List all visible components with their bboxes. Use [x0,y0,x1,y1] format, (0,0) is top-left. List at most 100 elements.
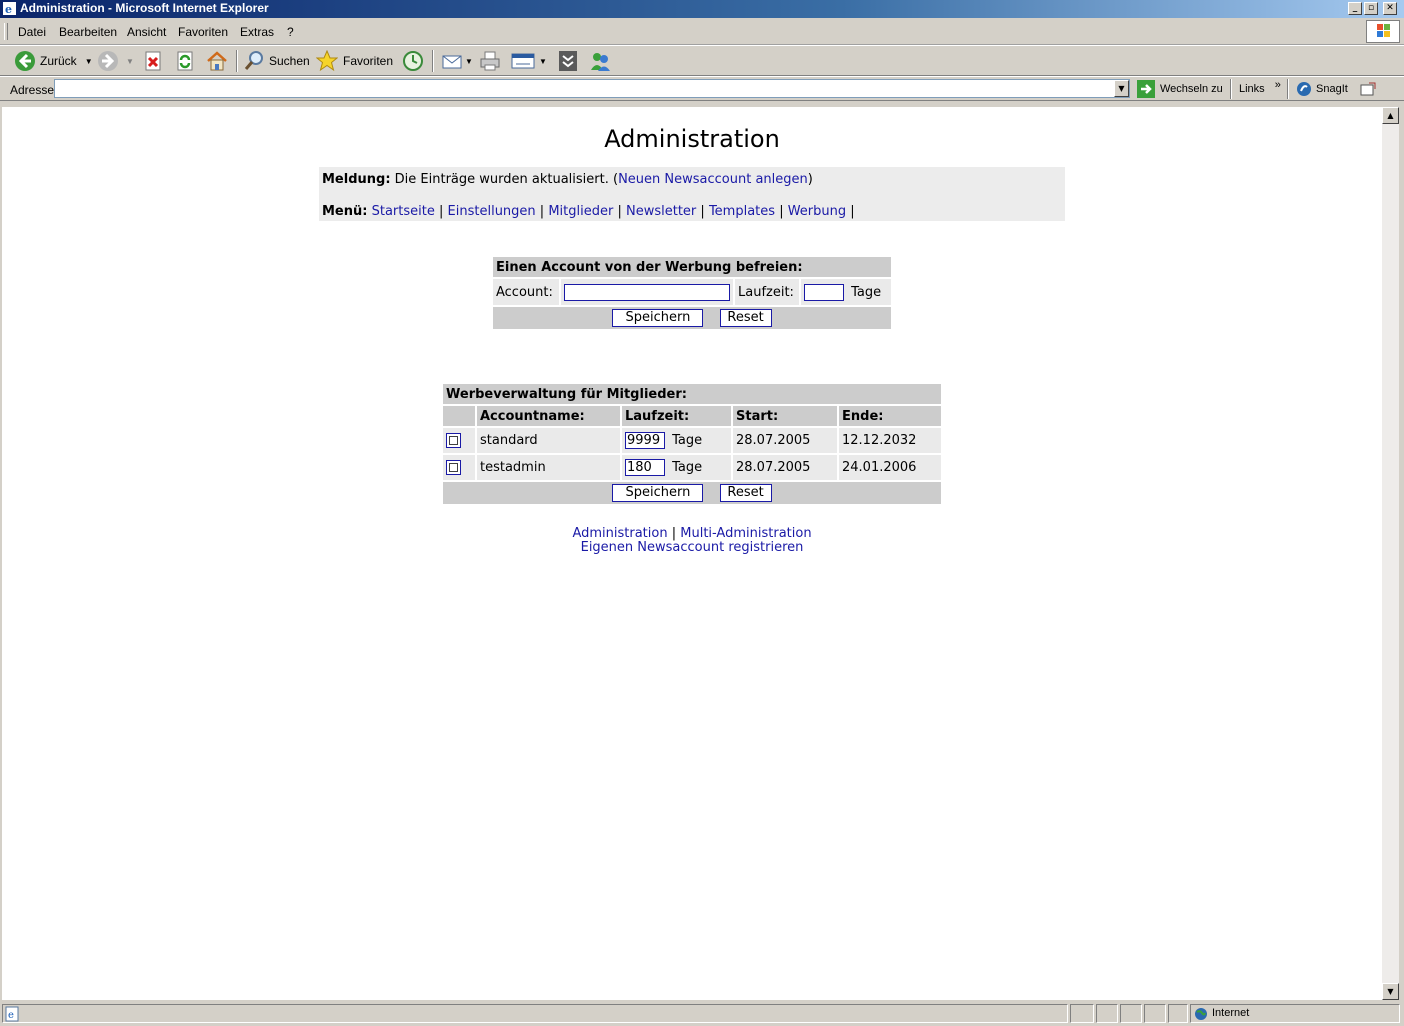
refresh-button[interactable] [175,50,195,72]
address-label: Adresse [10,83,55,97]
footer-register: Eigenen Newsaccount registrieren [2,540,1382,555]
print-button[interactable] [479,50,501,72]
printer-icon [480,51,500,71]
nav-startseite[interactable]: Startseite [372,204,435,219]
svg-text:e: e [5,3,12,15]
research-button[interactable] [557,50,579,72]
menu-ansicht[interactable]: Ansicht [127,25,166,39]
forward-arrow-icon [98,51,118,71]
row-checkbox[interactable] [446,460,461,475]
address-bar: Adresse ▼ Wechseln zu Links » SnagIt [0,76,1404,101]
snagit-button[interactable]: SnagIt [1296,78,1348,100]
vertical-scrollbar[interactable]: ▲ ▼ [1382,107,1399,1000]
edit-button[interactable]: ▼ [511,50,547,72]
home-button[interactable] [206,50,228,72]
search-label: Suchen [269,54,310,68]
runtime-input[interactable] [804,283,844,301]
runtime-unit: Tage [851,284,882,300]
status-cell [1168,1004,1188,1023]
column-header-runtime: Laufzeit: [622,406,731,426]
address-dropdown-icon[interactable]: ▼ [1114,80,1129,97]
chevron-right-icon[interactable]: » [1275,79,1281,91]
nav-separator: | [617,204,622,219]
minimize-button[interactable]: _ [1348,2,1362,15]
runtime-input[interactable]: 180 [625,459,665,476]
nav-separator: | [439,204,444,219]
messenger-button[interactable] [589,50,611,72]
address-input[interactable] [54,79,1130,98]
security-zone-cell: Internet [1190,1004,1400,1023]
stop-button[interactable] [143,50,163,72]
status-cell [1096,1004,1118,1023]
edit-icon [511,53,535,69]
account-name-cell: standard [477,428,620,453]
table-row: standard 9999 Tage 28.07.2005 12.12.2032 [443,428,941,453]
menu-bar: Datei Bearbeiten Ansicht Favoriten Extra… [0,19,1404,45]
forward-dropdown-icon[interactable]: ▼ [126,57,134,66]
stop-icon [145,51,161,71]
nav-templates[interactable]: Templates [709,204,775,219]
history-icon [403,51,423,71]
go-arrow-icon [1137,80,1155,98]
nav-werbung[interactable]: Werbung [788,204,846,219]
menu-datei[interactable]: Datei [18,25,46,39]
forward-button[interactable]: ▼ [97,50,134,72]
save-free-button[interactable]: Speichern [612,309,704,327]
links-button[interactable]: Links » [1239,78,1281,100]
row-checkbox[interactable] [446,433,461,448]
footer-multi-administration-link[interactable]: Multi-Administration [680,526,811,541]
nav-separator: | [779,204,784,219]
runtime-input[interactable]: 9999 [625,432,665,449]
svg-text:e: e [8,1010,14,1021]
toolbar-separator [1230,79,1232,99]
message-close-paren: ) [807,172,813,187]
nav-mitglieder[interactable]: Mitglieder [548,204,613,219]
runtime-label: Laufzeit: [735,279,799,305]
home-icon [207,51,227,71]
history-button[interactable] [402,50,424,72]
links-label: Links [1239,83,1265,95]
favorites-button[interactable]: Favoriten [316,50,393,72]
menu-help[interactable]: ? [287,25,294,39]
close-button[interactable]: ✕ [1383,2,1397,15]
reset-free-button[interactable]: Reset [719,309,772,327]
go-button[interactable]: Wechseln zu [1137,78,1223,100]
table-row: testadmin 180 Tage 28.07.2005 24.01.2006 [443,455,941,480]
free-account-form: Einen Account von der Werbung befreien: … [491,255,893,331]
runtime-unit: Tage [672,433,703,448]
nav-einstellungen[interactable]: Einstellungen [448,204,536,219]
start-date-cell: 28.07.2005 [733,428,837,453]
mail-icon [442,55,462,69]
back-dropdown-icon[interactable]: ▼ [85,57,93,66]
nav-newsletter[interactable]: Newsletter [626,204,696,219]
toolbar-separator [236,50,238,72]
edit-dropdown-icon[interactable]: ▼ [539,57,547,66]
back-button[interactable]: Zurück ▼ [14,50,93,72]
menu-favoriten[interactable]: Favoriten [178,25,228,39]
footer-register-link[interactable]: Eigenen Newsaccount registrieren [581,540,804,555]
footer-administration-link[interactable]: Administration [572,526,667,541]
column-header-start: Start: [733,406,837,426]
reset-ads-button[interactable]: Reset [719,484,772,502]
scroll-up-icon[interactable]: ▲ [1382,107,1399,124]
nav-label: Menü: [322,204,368,219]
search-button[interactable]: Suchen [243,50,310,72]
runtime-unit: Tage [672,460,703,475]
account-input[interactable] [564,283,730,301]
status-cell [1070,1004,1094,1023]
star-icon [316,50,338,72]
window-title: Administration - Microsoft Internet Expl… [20,1,269,15]
end-date-cell: 24.01.2006 [839,455,941,480]
mail-dropdown-icon[interactable]: ▼ [465,57,473,66]
research-icon [559,51,577,71]
mail-button[interactable]: ▼ [441,50,473,72]
title-bar: e Administration - Microsoft Internet Ex… [0,0,1404,18]
search-icon [244,51,263,70]
menu-bearbeiten[interactable]: Bearbeiten [59,25,117,39]
save-ads-button[interactable]: Speichern [612,484,704,502]
snagit-capture-button[interactable] [1360,78,1376,100]
menu-extras[interactable]: Extras [240,25,274,39]
new-newsaccount-link[interactable]: Neuen Newsaccount anlegen [618,172,808,187]
maximize-button[interactable]: ▫ [1364,2,1378,15]
scroll-down-icon[interactable]: ▼ [1382,983,1399,1000]
